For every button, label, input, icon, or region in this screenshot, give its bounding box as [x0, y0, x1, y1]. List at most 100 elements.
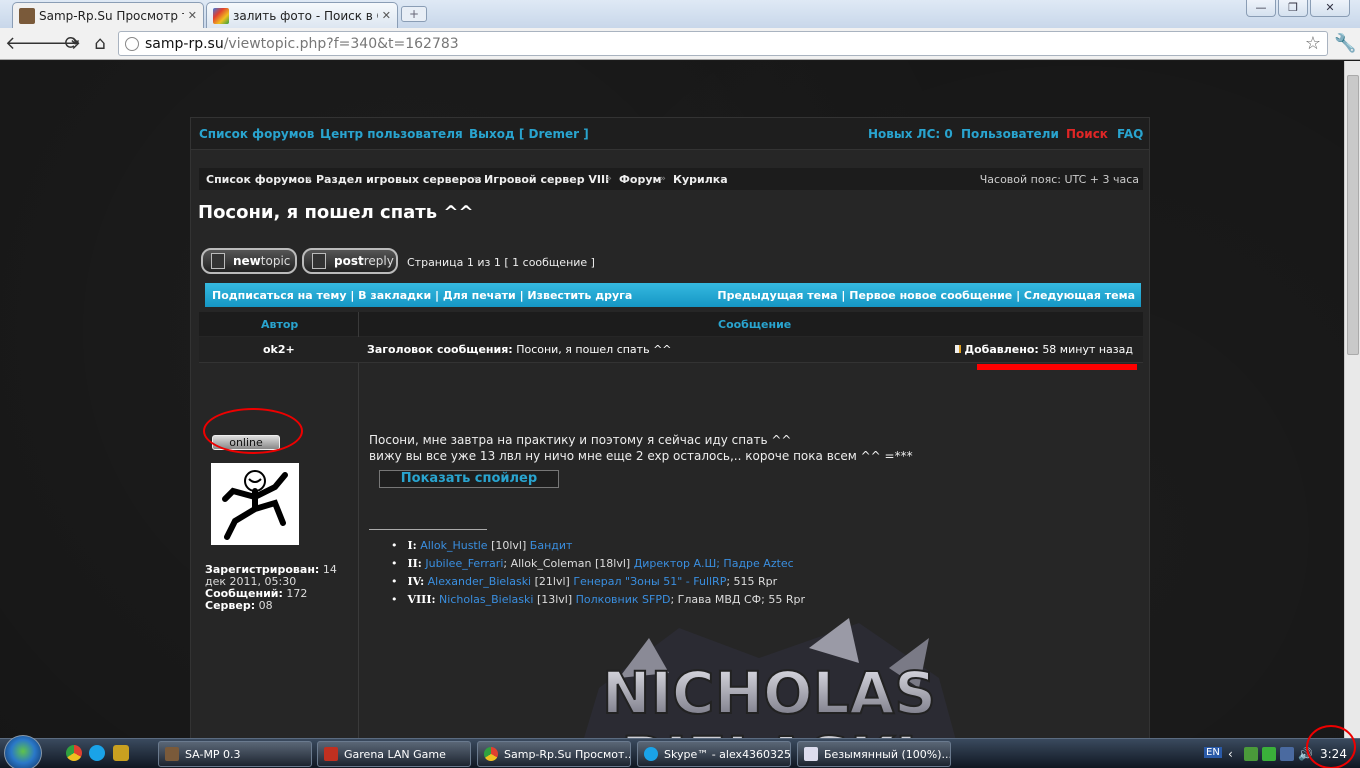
nav-forum-list[interactable]: Список форумов — [199, 127, 314, 141]
taskbar-item-label: SA-MP 0.3 — [185, 747, 241, 761]
sig-role-link[interactable]: Бандит — [530, 539, 573, 552]
pagination: Страница 1 из 1 [ 1 сообщение ] — [407, 256, 595, 269]
list-item: VIII: Nicholas_Bielaski [13lvl] Полковни… — [391, 591, 805, 609]
post-reply-button[interactable]: post reply — [302, 248, 398, 274]
sig-num: II: — [407, 557, 422, 570]
taskbar-item[interactable]: Garena LAN Game — [317, 741, 471, 767]
list-item: II: Jubilee_Ferrari; Allok_Coleman [18lv… — [391, 555, 805, 573]
bookmark-star-icon[interactable]: ☆ — [1305, 33, 1321, 54]
chrome-quicklaunch-icon[interactable] — [66, 745, 82, 761]
added-label: Добавлено: — [964, 343, 1039, 356]
nav-user-control-panel[interactable]: Центр пользователя — [320, 127, 463, 141]
network-icon[interactable] — [1244, 747, 1258, 761]
sig-role-link[interactable]: Генерал "Зоны 51" - FullRP — [573, 575, 726, 588]
taskbar-item[interactable]: Skype™ - alex4360325 — [637, 741, 791, 767]
chevron-left-icon[interactable]: ‹ — [1228, 747, 1242, 761]
tab-title: залить фото - Поиск в Googl — [233, 8, 378, 23]
nav-members[interactable]: Пользователи — [961, 127, 1059, 141]
forward-button[interactable]: 🡒 — [33, 33, 81, 55]
nav-faq[interactable]: FAQ — [1117, 127, 1143, 141]
taskbar: SA-MP 0.3 Garena LAN Game Samp-Rp.Su Про… — [0, 725, 1360, 768]
sig-character-link[interactable]: Jubilee_Ferrari — [425, 557, 503, 570]
sig-num: IV: — [407, 575, 425, 588]
taskbar-item-label: Garena LAN Game — [344, 747, 446, 761]
shield-icon[interactable] — [1262, 747, 1276, 761]
page-title[interactable]: Посони, я пошел спать ^^ — [198, 202, 474, 223]
tab-google-search[interactable]: залить фото - Поиск в Googl ✕ — [206, 2, 398, 28]
breadcrumb: Список форумов » Раздел игровых серверов… — [199, 168, 1143, 190]
breadcrumb-separator: » — [606, 174, 612, 184]
taskbar-item[interactable]: Безымянный (100%)... — [797, 741, 951, 767]
topic-actions-bar: Подписаться на тему | В закладки | Для п… — [205, 283, 1141, 307]
post-author[interactable]: ok2+ — [263, 343, 295, 356]
app-quicklaunch-icon[interactable] — [113, 745, 129, 761]
breadcrumb-item[interactable]: Курилка — [673, 173, 728, 186]
breadcrumb-item[interactable]: Игровой сервер VIII — [484, 173, 609, 186]
wrench-menu-icon[interactable]: 🔧 — [1334, 33, 1356, 54]
google-favicon-icon — [213, 7, 229, 24]
globe-icon — [125, 36, 139, 51]
window-controls: — ❐ ✕ — [1246, 0, 1350, 17]
sig-role-link[interactable]: Полковник SFPD — [576, 593, 671, 606]
skype-quicklaunch-icon[interactable] — [89, 745, 105, 761]
sig-level: [21lvl] — [534, 575, 570, 588]
show-spoiler-button[interactable]: Показать спойлер — [379, 470, 559, 488]
registered-info: Зарегистрирован: 14 дек 2011, 05:30 — [205, 564, 355, 588]
server-value: 08 — [258, 599, 273, 612]
signature-list: I: Allok_Hustle [10lvl] Бандит II: Jubil… — [391, 537, 805, 609]
signature-art-line: NICHOLAS — [602, 659, 936, 727]
nav-search[interactable]: Поиск — [1066, 127, 1108, 141]
close-window-button[interactable]: ✕ — [1310, 0, 1350, 17]
breadcrumb-item[interactable]: Форум — [619, 173, 662, 186]
list-item: IV: Alexander_Bielaski [21lvl] Генерал "… — [391, 573, 805, 591]
sig-character-link[interactable]: Allok_Hustle — [420, 539, 487, 552]
page-scrollbar[interactable] — [1344, 61, 1360, 738]
sig-role-link[interactable]: Директор А.Ш; Падре Aztec — [634, 557, 794, 570]
back-button[interactable]: 🡐 — [5, 33, 53, 55]
taskbar-item[interactable]: SA-MP 0.3 — [158, 741, 312, 767]
reload-button[interactable]: ⟳ — [61, 33, 83, 55]
close-icon[interactable]: ✕ — [184, 9, 197, 22]
subject-label: Заголовок сообщения: — [367, 343, 513, 356]
taskbar-item[interactable]: Samp-Rp.Su Просмот... — [477, 741, 631, 767]
new-topic-button[interactable]: new topic — [201, 248, 297, 274]
document-icon — [312, 253, 326, 269]
sig-character-link[interactable]: Alexander_Bielaski — [428, 575, 531, 588]
home-button[interactable]: ⌂ — [89, 33, 111, 55]
monitor-icon[interactable] — [1280, 747, 1294, 761]
red-underline-marker — [977, 364, 1137, 370]
maximize-button[interactable]: ❐ — [1278, 0, 1308, 17]
tab-samp-rp[interactable]: Samp-Rp.Su Просмотр темы - ✕ — [12, 2, 204, 28]
column-divider — [358, 312, 359, 738]
breadcrumb-item[interactable]: Раздел игровых серверов — [316, 173, 482, 186]
sig-character-link[interactable]: Nicholas_Bielaski — [439, 593, 533, 606]
post-reply-bold: post — [334, 254, 364, 268]
nav-logout[interactable]: Выход [ Dremer ] — [469, 127, 589, 141]
breadcrumb-separator: » — [473, 174, 479, 184]
breadcrumb-item[interactable]: Список форумов — [206, 173, 312, 186]
close-icon[interactable]: ✕ — [378, 9, 391, 22]
red-circle-marker — [203, 408, 303, 454]
language-indicator[interactable]: EN — [1204, 747, 1222, 758]
subject-text: Посони, я пошел спать ^^ — [516, 343, 672, 356]
topic-actions-left[interactable]: Подписаться на тему | В закладки | Для п… — [212, 289, 632, 302]
forum-container: Список форумов Центр пользователя Выход … — [190, 117, 1150, 738]
new-tab-button[interactable]: + — [401, 6, 427, 22]
garena-icon — [324, 747, 338, 761]
address-bar[interactable]: samp-rp.su/viewtopic.php?f=340&t=162783 … — [118, 31, 1328, 56]
nav-new-pm[interactable]: Новых ЛС: 0 — [868, 127, 953, 141]
timezone-label: Часовой пояс: UTC + 3 часа — [979, 173, 1139, 186]
scrollbar-thumb[interactable] — [1347, 75, 1359, 355]
start-button[interactable] — [4, 735, 42, 768]
post-body-line: вижу вы все уже 13 лвл ну ничо мне еще 2… — [369, 449, 913, 463]
topic-actions-right[interactable]: Предыдущая тема | Первое новое сообщение… — [717, 289, 1135, 302]
sig-level: ; Allok_Coleman [18lvl] — [503, 557, 631, 570]
samp-favicon-icon — [19, 7, 35, 24]
sig-level: [13lvl] — [536, 593, 573, 606]
signature-art-line: BIELASKI — [621, 724, 917, 738]
signature-divider — [369, 529, 487, 530]
minimize-button[interactable]: — — [1246, 0, 1276, 17]
url-path: /viewtopic.php?f=340&t=162783 — [223, 35, 459, 52]
signature-image: NICHOLAS BIELASKI — [584, 618, 956, 738]
taskbar-item-label: Samp-Rp.Su Просмот... — [504, 747, 631, 761]
